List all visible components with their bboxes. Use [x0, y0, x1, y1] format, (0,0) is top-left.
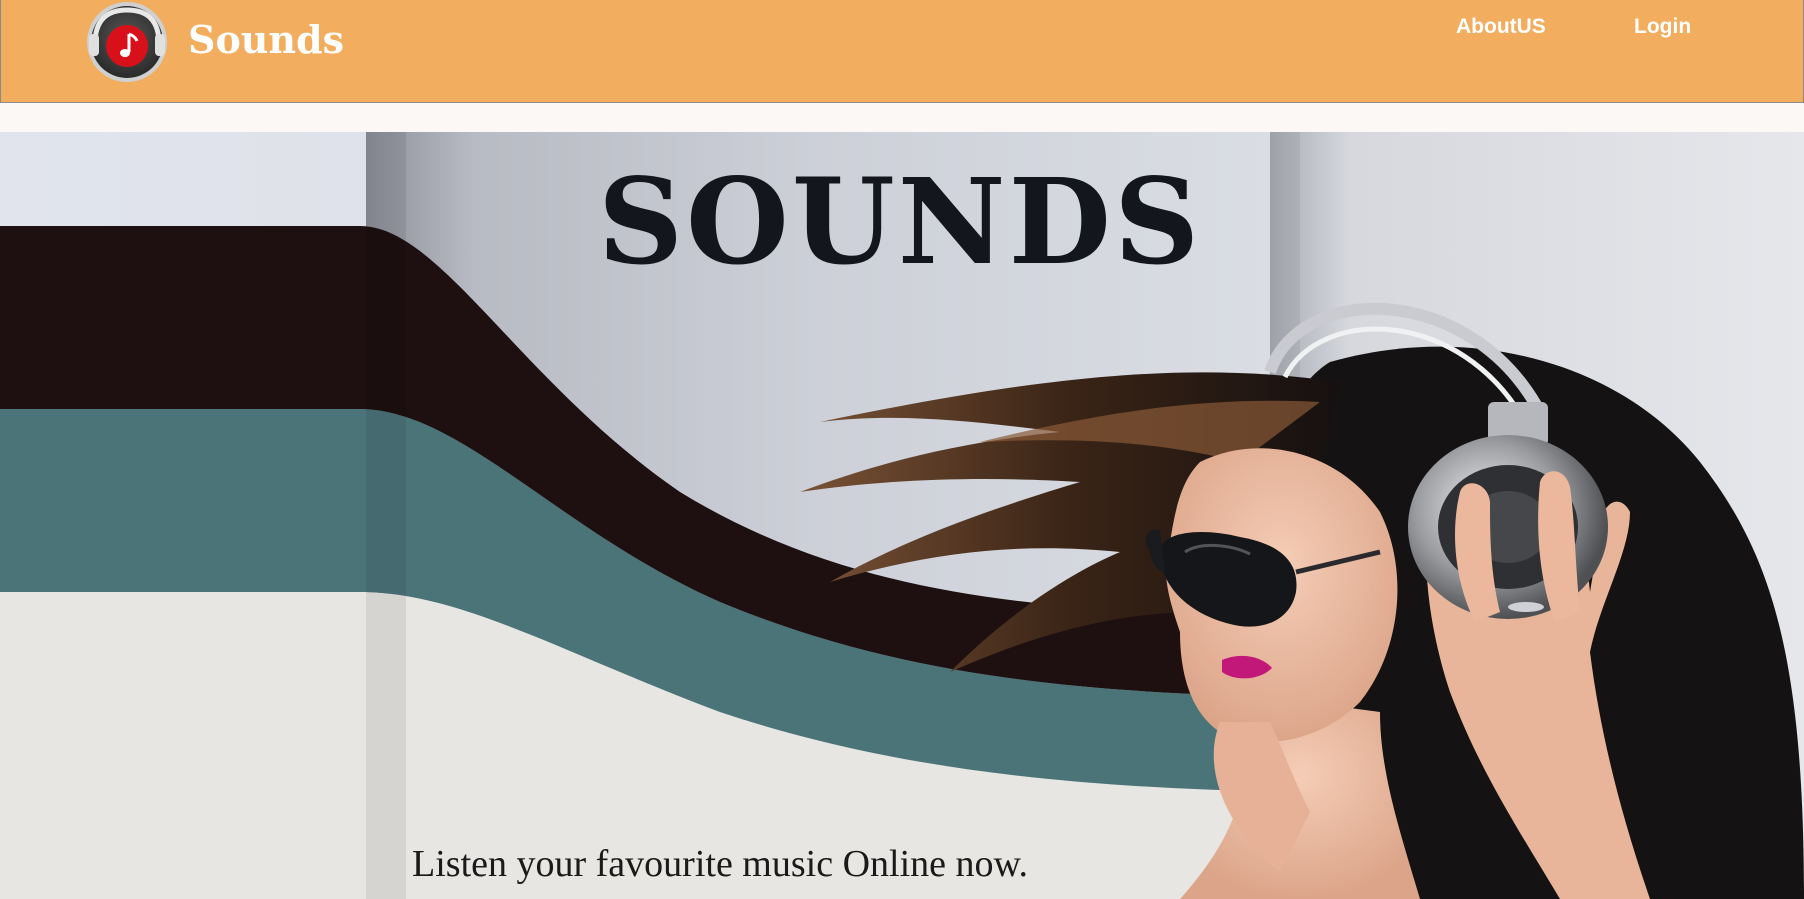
- header-spacer: [0, 103, 1804, 132]
- nav-about-us-link[interactable]: AboutUS: [1456, 14, 1546, 40]
- hero-tagline: Listen your favourite music Online now.: [412, 843, 1028, 885]
- hero-title: SOUNDS: [597, 152, 1203, 291]
- logo-headphones-icon[interactable]: [75, 0, 179, 86]
- site-header: Sounds AboutUS Login: [0, 0, 1804, 103]
- hero-banner: SOUNDS Listen your favourite music Onlin…: [0, 132, 1804, 899]
- nav-login-link[interactable]: Login: [1634, 14, 1691, 40]
- brand-name[interactable]: Sounds: [188, 16, 344, 64]
